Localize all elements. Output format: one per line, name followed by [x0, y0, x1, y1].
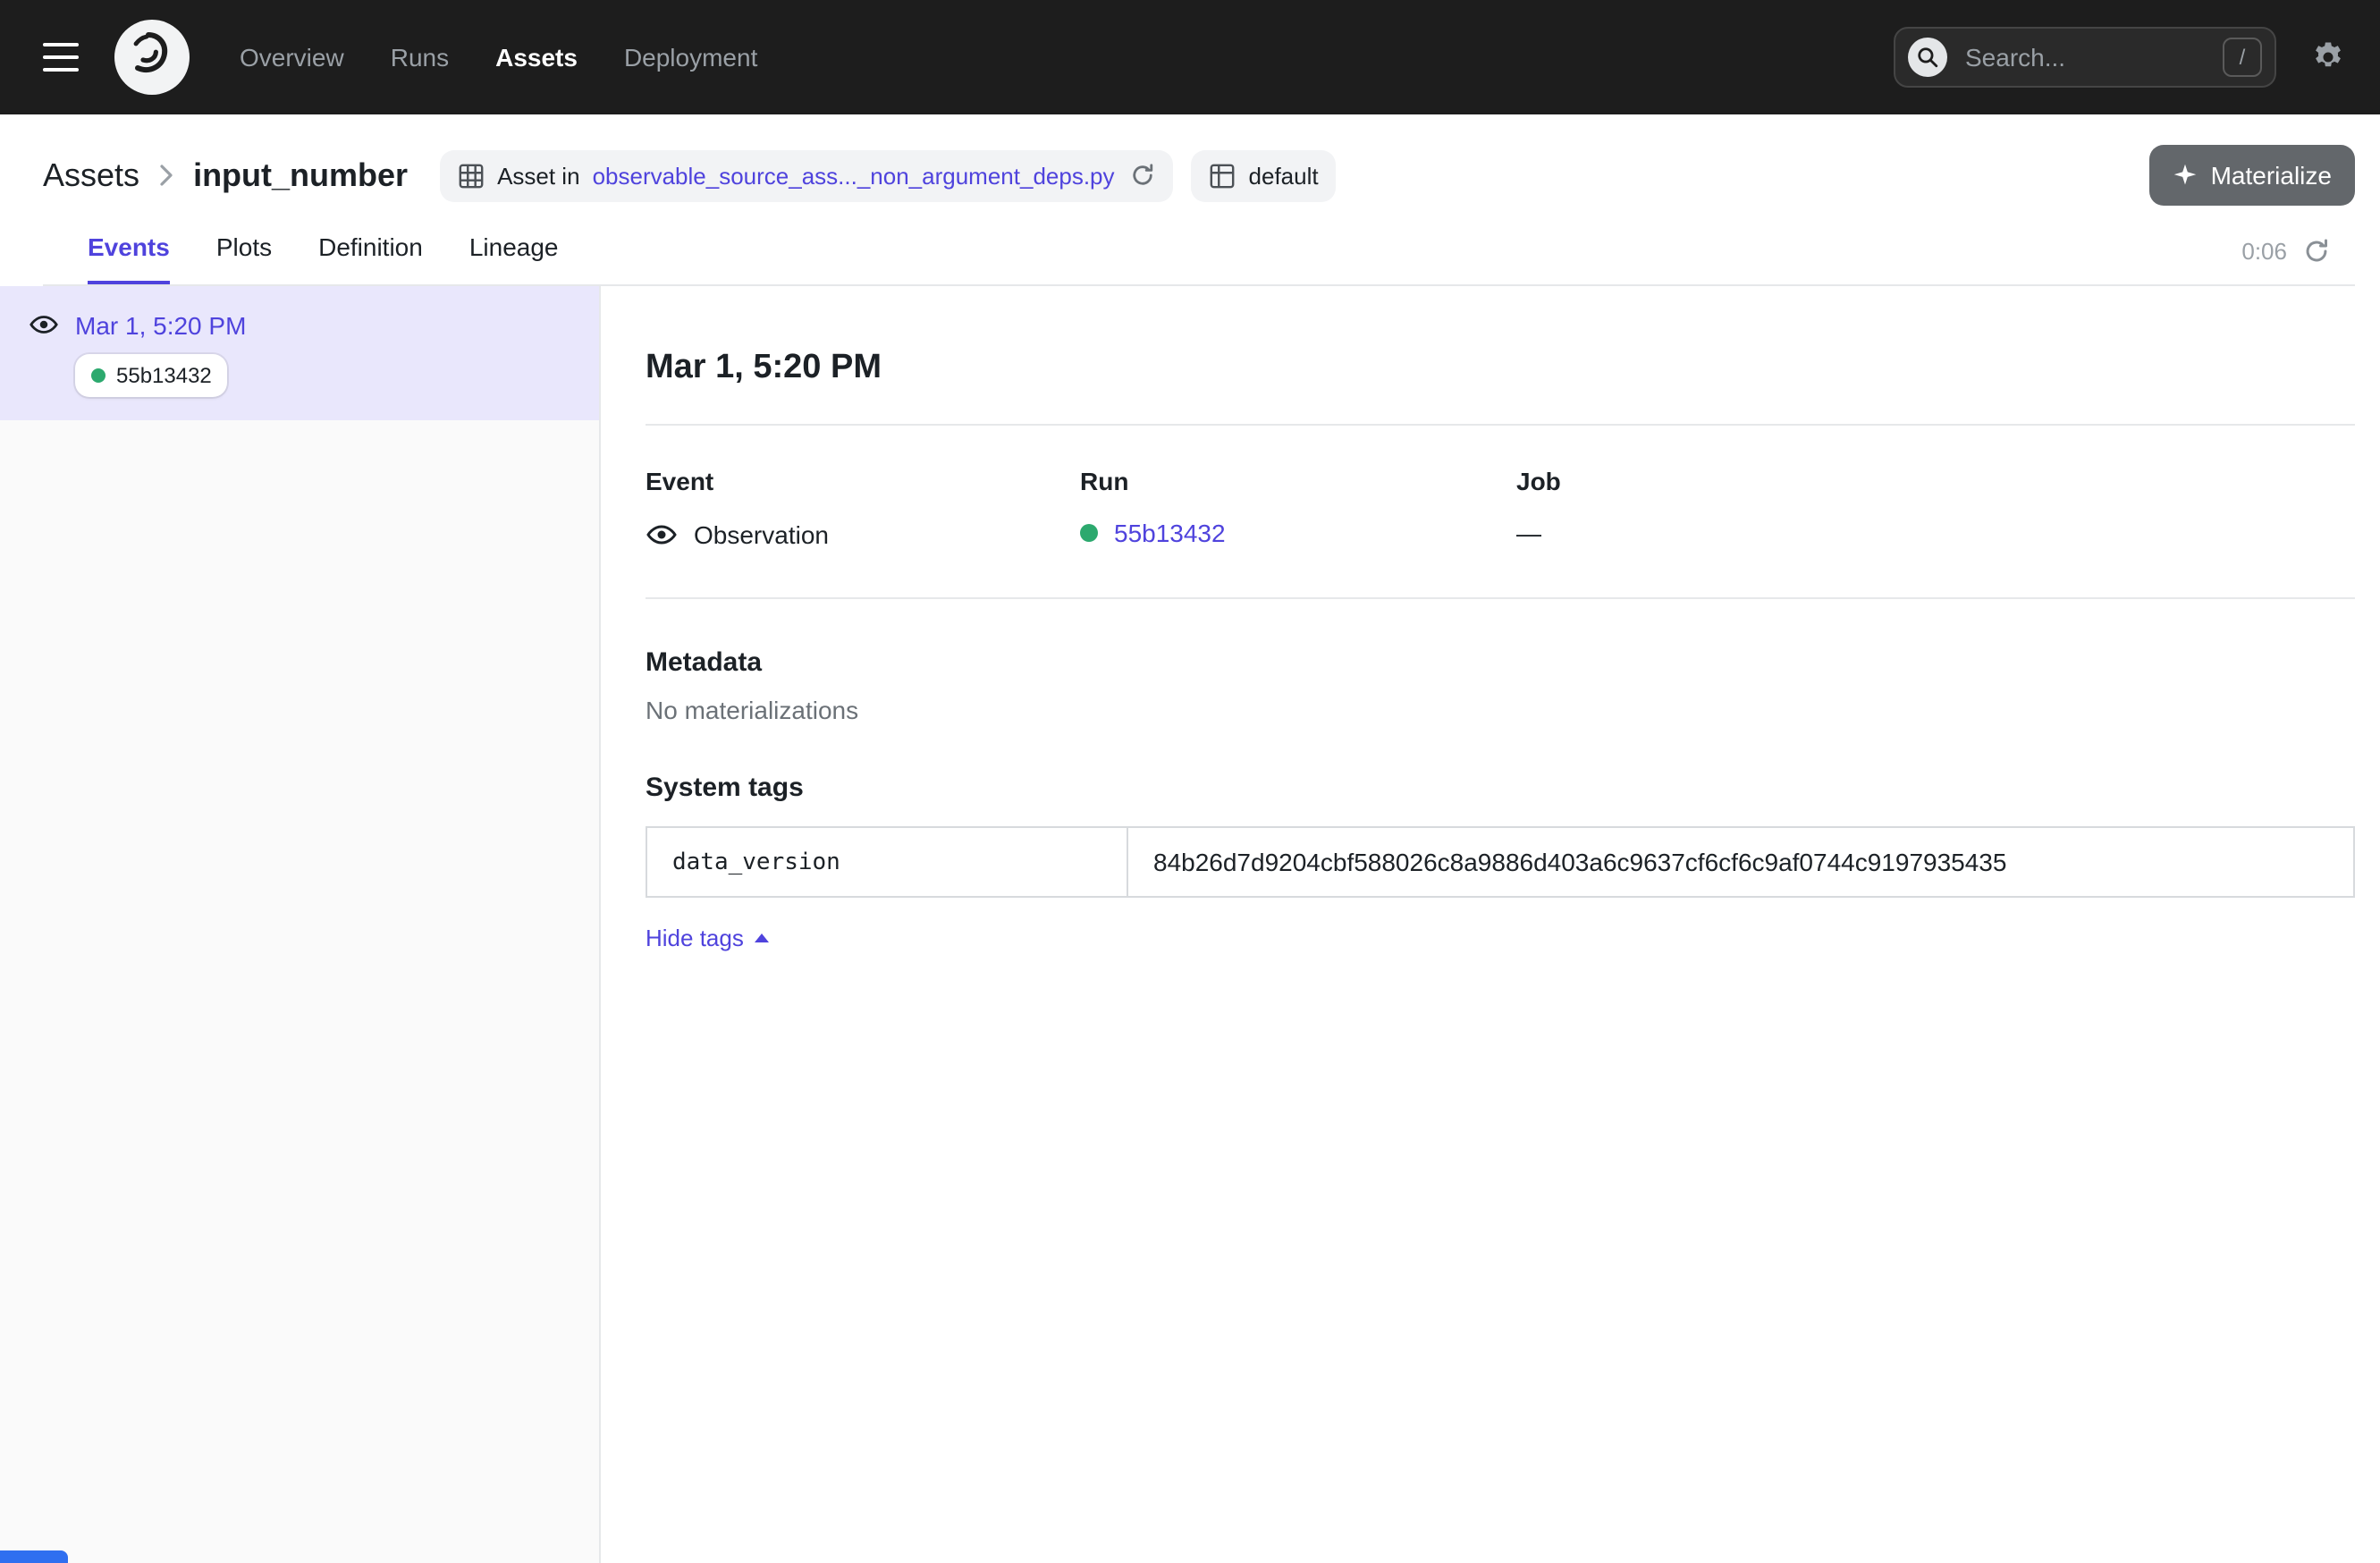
search-icon [1908, 38, 1947, 77]
tag-value-cell: 84b26d7d9204cbf588026c8a9886d403a6c9637c… [1127, 827, 2354, 897]
refresh-icon[interactable] [2303, 238, 2330, 265]
tab-events[interactable]: Events [88, 232, 170, 284]
app-root: Overview Runs Assets Deployment / Assets [0, 0, 2380, 1563]
event-detail-title: Mar 1, 5:20 PM [646, 349, 2355, 388]
refresh-timer: 0:06 [2241, 238, 2287, 265]
hide-tags-label: Hide tags [646, 925, 744, 951]
settings-icon[interactable] [2308, 38, 2348, 77]
table-row: data_version 84b26d7d9204cbf588026c8a988… [646, 827, 2354, 897]
caret-up-icon [755, 934, 769, 942]
reload-location-icon[interactable] [1131, 163, 1156, 188]
metadata-empty-text: No materializations [646, 696, 2355, 724]
materialize-button[interactable]: Materialize [2150, 145, 2355, 206]
content-area: Mar 1, 5:20 PM 55b13432 Mar 1, 5:20 PM E… [0, 286, 2380, 1563]
breadcrumb: Assets input_number Asset in observable_… [43, 139, 2355, 211]
asset-icon [458, 162, 485, 189]
job-value: — [1516, 519, 1541, 547]
dagster-logo[interactable] [114, 20, 190, 95]
event-list-item[interactable]: Mar 1, 5:20 PM 55b13432 [0, 286, 599, 420]
sparkle-icon [2173, 163, 2199, 188]
system-tags-heading: System tags [646, 773, 2355, 803]
search-input[interactable] [1962, 41, 2208, 73]
menu-icon[interactable] [29, 29, 93, 86]
observation-icon [646, 519, 678, 551]
event-column-label: Event [646, 467, 1080, 495]
search-shortcut-badge: / [2223, 38, 2262, 77]
tab-bar: Events Plots Definition Lineage 0:06 [43, 211, 2355, 286]
chevron-right-icon [159, 165, 173, 186]
metadata-heading: Metadata [646, 647, 2355, 678]
event-type-value: Observation [694, 520, 829, 549]
page-title: input_number [193, 156, 408, 194]
group-icon [1210, 162, 1236, 189]
asset-location-badge: Asset in observable_source_ass..._non_ar… [440, 149, 1173, 201]
run-column-label: Run [1080, 467, 1516, 495]
browser-link-preview [0, 1550, 68, 1563]
divider [646, 597, 2355, 599]
nav-item-deployment[interactable]: Deployment [624, 43, 757, 72]
observation-icon [29, 309, 59, 340]
top-nav: Overview Runs Assets Deployment / [0, 0, 2380, 114]
divider [646, 424, 2355, 426]
tab-definition[interactable]: Definition [318, 232, 423, 284]
event-list-sidebar: Mar 1, 5:20 PM 55b13432 [0, 286, 601, 1563]
page-header: Assets input_number Asset in observable_… [0, 114, 2380, 286]
primary-nav: Overview Runs Assets Deployment [240, 43, 757, 72]
code-location-link[interactable]: observable_source_ass..._non_argument_de… [593, 162, 1115, 189]
nav-item-assets[interactable]: Assets [495, 43, 578, 72]
tab-lineage[interactable]: Lineage [469, 232, 559, 284]
nav-item-runs[interactable]: Runs [391, 43, 449, 72]
asset-group-label: default [1249, 162, 1319, 189]
run-link[interactable]: 55b13432 [1114, 519, 1226, 547]
materialize-label: Materialize [2211, 161, 2332, 190]
asset-group-badge[interactable]: default [1192, 149, 1337, 201]
system-tags-table: data_version 84b26d7d9204cbf588026c8a988… [646, 826, 2355, 898]
breadcrumb-assets-link[interactable]: Assets [43, 156, 139, 194]
run-id-label: 55b13432 [116, 363, 212, 388]
run-id-badge: 55b13432 [75, 354, 228, 397]
run-status-dot [1080, 524, 1098, 542]
event-summary-row: Event Observation Run 55b13432 [646, 467, 2355, 551]
nav-item-overview[interactable]: Overview [240, 43, 344, 72]
event-timestamp: Mar 1, 5:20 PM [75, 310, 246, 339]
job-column-label: Job [1516, 467, 2355, 495]
asset-location-prefix: Asset in [497, 162, 580, 189]
search-box[interactable]: / [1894, 27, 2276, 88]
run-status-dot [91, 368, 105, 383]
tag-key-cell: data_version [646, 827, 1127, 897]
hide-tags-link[interactable]: Hide tags [646, 925, 769, 951]
tab-plots[interactable]: Plots [216, 232, 272, 284]
event-detail-panel: Mar 1, 5:20 PM Event Observation Run [601, 286, 2380, 1563]
